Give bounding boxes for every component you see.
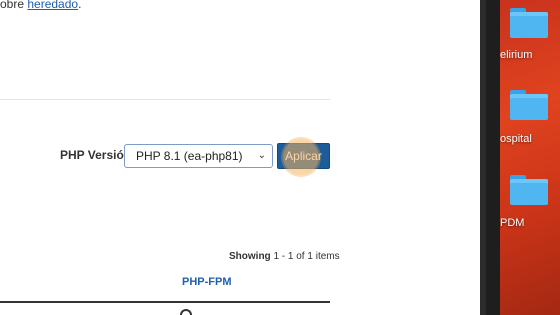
folder-icon[interactable] (510, 8, 548, 38)
inheritance-note-suffix: . (78, 0, 82, 11)
inherited-link[interactable]: heredado (27, 0, 78, 11)
desktop-folder-label[interactable]: PDM (500, 217, 524, 229)
window-edge-inner (480, 0, 486, 315)
showing-total: 1 (307, 251, 313, 262)
folder-icon[interactable] (510, 175, 548, 205)
showing-items: items (315, 251, 340, 262)
folder-body (510, 179, 548, 205)
chevron-down-icon: ⌄ (257, 150, 266, 161)
showing-label: Showing (229, 251, 271, 262)
browser-content: obre heredado. PHP Versión PHP 8.1 (ea-p… (0, 0, 480, 315)
showing-range: 1 - 1 (273, 251, 294, 262)
pagination-summary: Showing 1 - 1 of 1 items (229, 251, 340, 262)
inheritance-note-prefix: obre (0, 0, 28, 11)
folder-icon[interactable] (510, 90, 548, 120)
folder-body (510, 12, 548, 38)
desktop-folder-label[interactable]: ospital (500, 133, 532, 145)
apply-button[interactable]: Aplicar (277, 143, 330, 169)
section-divider (0, 99, 330, 100)
column-header-php-fpm[interactable]: PHP-FPM (182, 276, 232, 288)
inheritance-note: obre heredado. (0, 0, 81, 11)
desktop-folder-label[interactable]: elirium (500, 49, 532, 61)
row-action-icon[interactable] (180, 309, 192, 315)
window-edge (480, 0, 500, 315)
php-version-select[interactable]: PHP 8.1 (ea-php81) ⌄ (124, 144, 273, 168)
table-header-border (0, 301, 330, 303)
folder-body (510, 94, 548, 120)
php-version-select-value: PHP 8.1 (ea-php81) (136, 149, 243, 163)
showing-of: of (296, 251, 305, 262)
php-version-label: PHP Versión (60, 148, 132, 162)
desktop-background: elirium ospital PDM (500, 0, 560, 315)
